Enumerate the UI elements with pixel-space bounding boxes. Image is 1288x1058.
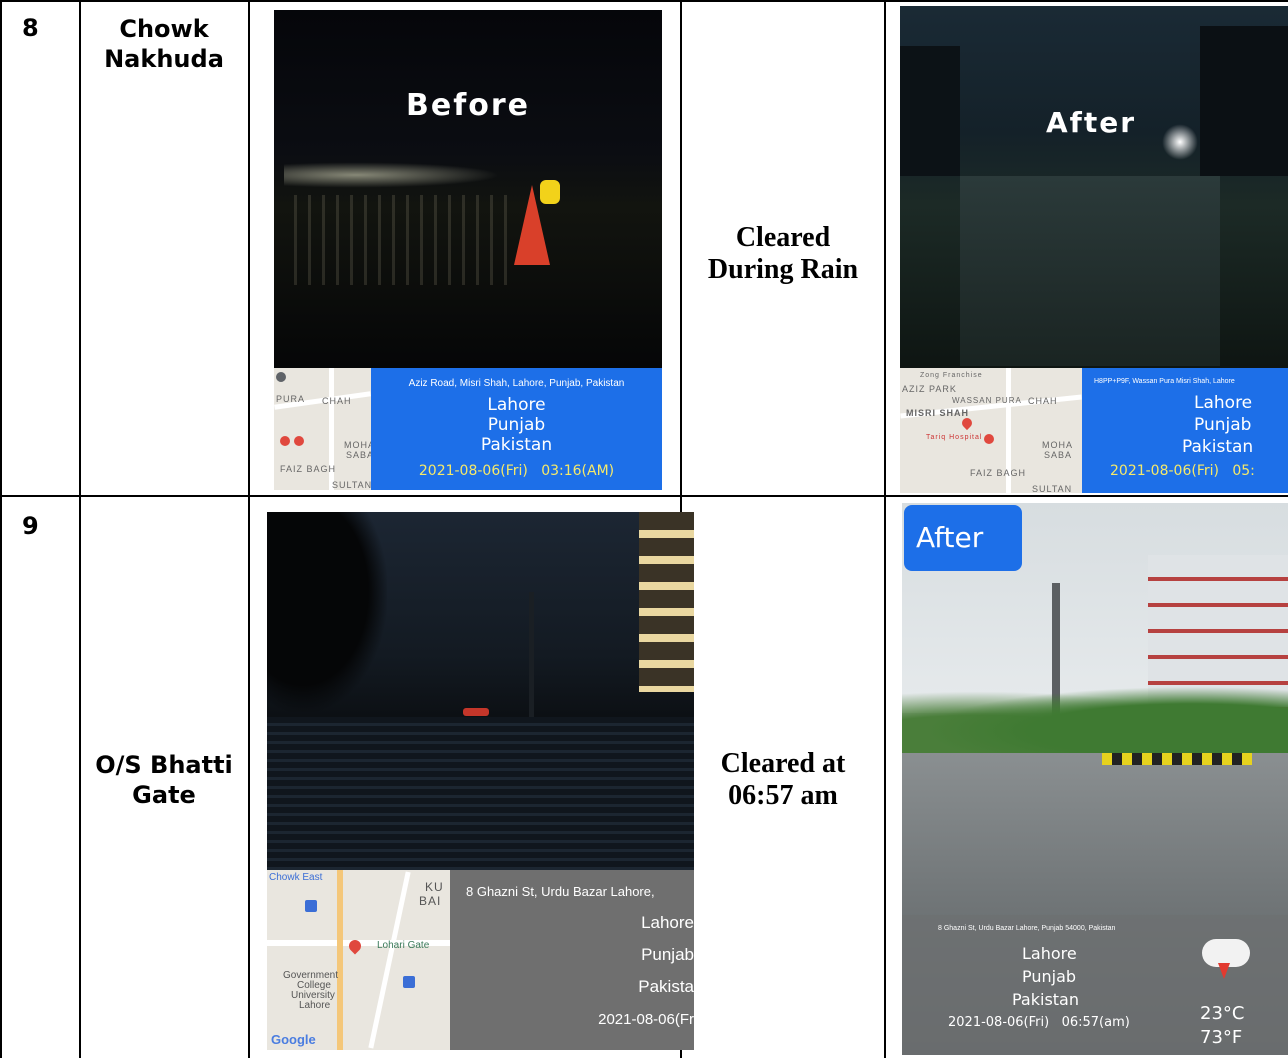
status-cell: Cleared at 06:57 am [682,748,884,812]
col-divider-1 [79,0,81,1058]
stamp-province: Punjab [1194,415,1252,435]
location-map: Chowk East KU BAI Lohari Gate Government… [267,870,450,1050]
wet-road [960,176,1220,366]
status-line-2: 06:57 am [728,780,838,811]
stamp-province: Punjab [487,415,546,435]
map-road [368,871,411,1049]
stamp-datetime: 2021-08-06(Fr [598,1011,694,1028]
tree-silhouette [267,512,387,712]
building-lit [639,512,694,692]
map-label: MISRI SHAH [906,408,970,418]
stamp-country: Pakistan [480,435,553,455]
stamp-city: Lahore [487,395,546,415]
location-stamp: H8PP+P9F, Wassan Pura Misri Shah, Lahore… [1082,368,1288,493]
location-line-2: Gate [132,781,196,809]
map-label: CHAH [1028,396,1058,406]
location-line-2: Nakhuda [104,45,224,73]
before-photo: Before CHAH PURA MOHA SABA FAIZ BAGH SUL… [274,10,662,490]
stamp-datetime: 2021-08-06(Fri) 05: [1110,463,1255,479]
col-divider-4 [884,0,886,1058]
location-line-1: O/S Bhatti [95,751,233,779]
lightning-bolt [1218,963,1230,979]
table-border-left [0,0,2,1058]
map-label: AZIZ PARK [902,384,957,394]
row-divider [0,495,1288,497]
vehicle-lights [463,708,489,716]
map-label: SULTAN [332,480,371,490]
water-reflections [294,195,514,285]
flood-water [267,717,694,870]
map-pin-icon [959,415,975,431]
map-label: SABA [1044,450,1073,460]
status-line-1: Cleared at [720,748,846,779]
hospital-marker-icon [280,436,290,446]
stamp-city: Lahore [641,913,694,932]
before-photo: Chowk East KU BAI Lohari Gate Government… [267,512,694,1050]
status-cell: Cleared During Rain [682,222,884,286]
stamp-address: H8PP+P9F, Wassan Pura Misri Shah, Lahore [1094,378,1235,385]
map-pin-icon [403,976,415,988]
street-lights [284,160,524,190]
map-label: Lohari Gate [377,940,430,951]
stamp-datetime: 2021-08-06(Fri) 03:16(AM) [418,463,615,479]
map-label: CHAH [322,396,352,406]
temperature-fahrenheit: 73°F [1200,1027,1243,1048]
location-line-1: Chowk [119,15,209,43]
map-label: WASSAN PURA [952,396,1022,405]
photo-overlay-label: After [916,521,984,554]
location-stamp: Aziz Road, Misri Shah, Lahore, Punjab, P… [371,368,662,490]
map-label: MOHA [344,440,371,450]
row-number: 9 [22,512,39,540]
row-number: 8 [22,14,39,42]
location-map: Zong Franchise AZIZ PARK WASSAN PURA CHA… [900,368,1082,493]
stamp-address: 8 Ghazni St, Urdu Bazar Lahore, [466,884,655,899]
map-pin-icon [276,372,286,382]
google-logo: Google [271,1032,316,1047]
report-table: 8 Chowk Nakhuda Before CHAH PURA MOHA SA… [0,0,1288,1058]
tree-line [902,683,1288,763]
map-label: SABA [346,450,371,460]
stamp-country: Pakistan [1182,437,1254,457]
after-photo: After Zong Franchise AZIZ PARK WASSAN PU… [900,6,1288,493]
map-label: FAIZ BAGH [280,464,337,474]
stamp-address: 8 Ghazni St, Urdu Bazar Lahore, Punjab 5… [938,925,1116,932]
map-label: Zong Franchise [920,372,983,379]
photo-overlay-label: After [1046,106,1137,139]
map-label: PURA [276,394,306,404]
col-divider-2 [248,0,250,1058]
stamp-city: Lahore [1194,393,1253,413]
map-label: Tariq Hospital [926,434,983,441]
after-photo: After 8 Ghazni St, Urdu Bazar Lahore, Pu… [902,503,1288,1055]
map-label: BAI [419,894,442,908]
temperature-celsius: 23°C [1200,1003,1245,1024]
stamp-address: Aziz Road, Misri Shah, Lahore, Punjab, P… [408,378,625,389]
location-map: CHAH PURA MOHA SABA FAIZ BAGH SULTAN [274,368,371,490]
map-label: Chowk East [269,872,323,883]
photo-overlay-label: Before [405,88,531,123]
map-label: MOHA [1042,440,1073,450]
table-border-top [0,0,1288,2]
map-road [337,870,343,1050]
building-silhouette [1200,26,1288,176]
location-stamp: 8 Ghazni St, Urdu Bazar Lahore, Lahore P… [450,870,694,1050]
map-label: KU [425,880,444,894]
cone-top [540,180,560,204]
location-cell: Chowk Nakhuda [80,14,248,74]
map-label: FAIZ BAGH [970,468,1027,478]
status-line-2: During Rain [707,254,859,285]
hospital-marker-icon [984,434,994,444]
road-divider [1102,753,1252,765]
status-line-1: Cleared [735,222,831,253]
location-stamp: 8 Ghazni St, Urdu Bazar Lahore, Punjab 5… [902,915,1288,1055]
street-light-glow [1162,124,1198,160]
location-cell: O/S Bhatti Gate [80,750,248,810]
map-pin-icon [305,900,317,912]
stamp-province: Punjab [1022,967,1077,986]
stamp-country: Pakista [638,977,694,996]
building-silhouette [900,46,960,176]
map-label: SULTAN [1032,484,1073,493]
map-label: Lahore [299,1000,331,1011]
hospital-marker-icon [294,436,304,446]
stamp-province: Punjab [641,945,694,964]
